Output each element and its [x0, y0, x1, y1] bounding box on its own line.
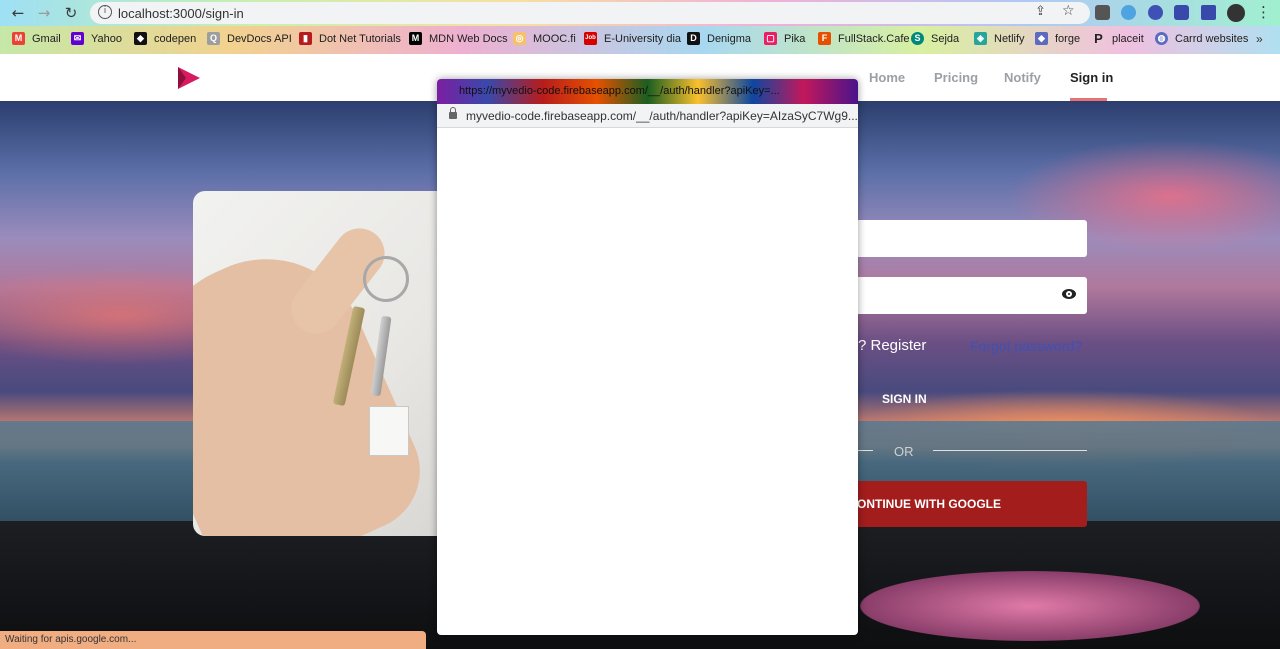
bookmark-label: Netlify	[994, 32, 1025, 45]
nav-home[interactable]: Home	[869, 70, 905, 85]
tide-pool	[860, 571, 1200, 641]
address-bar[interactable]: i localhost:3000/sign-in ⇪ ☆	[90, 2, 1090, 24]
bookmark-label: forge	[1055, 32, 1081, 45]
divider	[933, 450, 1087, 451]
status-text: Waiting for apis.google.com...	[5, 634, 137, 645]
back-icon[interactable]: ←	[8, 3, 28, 23]
bookmark-label: codepen	[154, 32, 197, 45]
netlify-icon: ◈	[974, 32, 987, 45]
mdn-icon: M	[409, 32, 422, 45]
keys-photo	[193, 191, 443, 536]
devdocs-icon: Q	[207, 32, 220, 45]
bookmark[interactable]: ▢ Pika	[764, 32, 805, 45]
popup-address-bar[interactable]: myvedio-code.firebaseapp.com/__/auth/han…	[437, 104, 858, 128]
extension-icon[interactable]	[1121, 5, 1136, 20]
sign-in-button[interactable]: SIGN IN	[882, 392, 927, 406]
popup-url[interactable]: myvedio-code.firebaseapp.com/__/auth/han…	[466, 109, 858, 123]
pika-icon: ▢	[764, 32, 777, 45]
popup-title-bar[interactable]: https://myvedio-code.firebaseapp.com/__/…	[437, 79, 858, 104]
carrd-icon: ◍	[1155, 32, 1168, 45]
nav-sign-in[interactable]: Sign in	[1070, 70, 1113, 85]
forge-icon: ◆	[1035, 32, 1048, 45]
reload-icon[interactable]: ↻	[61, 3, 81, 23]
bookmark-label: Pika	[784, 32, 806, 45]
bookmarks-overflow-icon[interactable]: »	[1256, 32, 1263, 46]
address-url[interactable]: localhost:3000/sign-in	[118, 6, 244, 21]
bookmark-label: MDN Web Docs	[429, 32, 508, 45]
forgot-password-link[interactable]: Forgot password?	[970, 338, 1082, 354]
side-panel-icon[interactable]	[1201, 5, 1216, 20]
avatar[interactable]	[1227, 4, 1245, 22]
yahoo-icon: ✉	[71, 32, 84, 45]
bookmark-label: FullStack.Cafe	[838, 32, 910, 45]
mooc-icon: ◎	[513, 32, 526, 45]
bookmark[interactable]: Pplaceit	[1092, 32, 1144, 45]
job-icon: Job	[584, 32, 597, 45]
bookmark[interactable]: ▮ Dot Net Tutorials	[299, 32, 401, 45]
bookmark[interactable]: M Gmail	[12, 32, 61, 45]
placeit-icon: P	[1094, 31, 1103, 46]
continue-with-google-button[interactable]: ONTINUE WITH GOOGLE	[857, 481, 1087, 527]
nav-pricing[interactable]: Pricing	[934, 70, 978, 85]
email-field[interactable]	[857, 220, 1087, 257]
puzzle-icon[interactable]	[1174, 5, 1189, 20]
bookmark[interactable]: F FullStack.Cafe	[818, 32, 910, 45]
denigma-icon: D	[687, 32, 700, 45]
bookmark-label: Gmail	[32, 32, 61, 45]
bookmarks-bar: M Gmail ✉ Yahoo ◆ codepen Q DevDocs API ▮ Dot…	[0, 26, 1280, 54]
register-link[interactable]: ? Register	[858, 337, 926, 354]
bookmark-label: Dot Net Tutorials	[319, 32, 401, 45]
bookmark[interactable]: Job E-University dia	[584, 32, 681, 45]
gmail-icon: M	[12, 32, 25, 45]
bookmark[interactable]: ◍ Carrd websites	[1155, 32, 1248, 45]
keyring-icon	[363, 256, 409, 302]
house-keychain-icon	[369, 406, 409, 456]
extension-icon[interactable]	[1095, 5, 1110, 20]
status-bar: Waiting for apis.google.com...	[0, 631, 426, 649]
show-password-eye-icon[interactable]	[1062, 289, 1076, 299]
codepen-icon: ◆	[134, 32, 147, 45]
browser-menu-icon[interactable]: ⋮	[1256, 3, 1271, 21]
bookmark-label: DevDocs API	[227, 32, 292, 45]
password-field[interactable]	[857, 277, 1087, 314]
bookmark-label: E-University dia	[604, 32, 682, 45]
bookmark-label: Carrd websites	[1175, 32, 1249, 45]
bookmark[interactable]: ◆ forge	[1035, 32, 1080, 45]
or-label: OR	[894, 444, 914, 459]
nav-notify[interactable]: Notify	[1004, 70, 1041, 85]
bookmark[interactable]: M MDN Web Docs	[409, 32, 508, 45]
dotnet-icon: ▮	[299, 32, 312, 45]
bookmark[interactable]: D Denigma	[687, 32, 751, 45]
bookmark-label: Yahoo	[91, 32, 122, 45]
bookmark-star-icon[interactable]: ☆	[1062, 3, 1075, 19]
bookmark[interactable]: ◈ Netlify	[974, 32, 1025, 45]
bookmark[interactable]: ✉ Yahoo	[71, 32, 122, 45]
share-icon[interactable]: ⇪	[1035, 4, 1046, 19]
bookmark-label: placeit	[1112, 32, 1144, 45]
popup-title-text: https://myvedio-code.firebaseapp.com/__/…	[459, 85, 780, 97]
extension-icon[interactable]	[1148, 5, 1163, 20]
bookmark-label: MOOC.fi	[533, 32, 576, 45]
forward-icon[interactable]: →	[34, 3, 54, 23]
lock-icon	[449, 107, 457, 119]
fullstack-cafe-icon: F	[818, 32, 831, 45]
browser-toolbar: ← → ↻ i localhost:3000/sign-in ⇪ ☆ ⋮	[0, 0, 1280, 26]
sejda-icon: S	[911, 32, 924, 45]
bookmark-label: Sejda	[931, 32, 960, 45]
divider	[857, 450, 873, 451]
bookmark[interactable]: ◎ MOOC.fi	[513, 32, 576, 45]
play-logo-icon[interactable]	[178, 67, 200, 89]
bookmark[interactable]: Q DevDocs API	[207, 32, 292, 45]
auth-popup-window[interactable]: https://myvedio-code.firebaseapp.com/__/…	[437, 79, 858, 635]
bookmark-label: Denigma	[707, 32, 752, 45]
bookmark[interactable]: ◆ codepen	[134, 32, 196, 45]
site-info-icon[interactable]: i	[98, 5, 112, 19]
bookmark[interactable]: S Sejda	[911, 32, 959, 45]
